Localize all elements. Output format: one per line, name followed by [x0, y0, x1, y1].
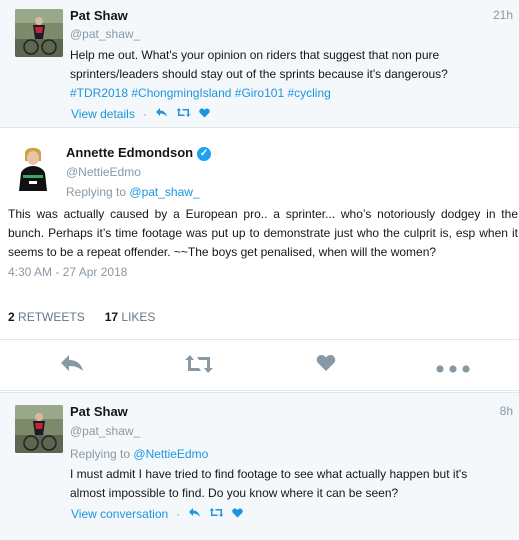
avatar[interactable] [15, 405, 63, 453]
action-bar [0, 339, 519, 392]
author-handle[interactable]: @pat_shaw_ [70, 27, 140, 41]
view-conversation-link[interactable]: View conversation [71, 507, 168, 521]
tweet-actions: View details · [71, 107, 210, 121]
tweet-text: This was actually caused by a European p… [8, 207, 518, 259]
view-details-link[interactable]: View details [71, 107, 135, 121]
retweets-count: 2 [8, 310, 15, 324]
replying-to: Replying to @pat_shaw_ [66, 185, 200, 199]
hashtags[interactable]: #TDR2018 #ChongmingIsland #Giro101 #cycl… [70, 86, 331, 100]
avatar[interactable] [9, 143, 57, 191]
tweet-pat-shaw-1: Pat Shaw @pat_shaw_ 21h Help me out. Wha… [0, 0, 519, 128]
likes-count: 17 [104, 310, 119, 324]
author-handle[interactable]: @NettieEdmo [66, 165, 141, 179]
retweet-icon[interactable] [176, 107, 191, 121]
verified-badge-icon: ✓ [197, 146, 212, 161]
like-icon[interactable] [199, 107, 210, 121]
reply-icon[interactable] [60, 354, 84, 377]
like-icon[interactable] [232, 507, 243, 521]
like-icon[interactable] [316, 354, 336, 377]
more-icon[interactable] [436, 360, 470, 378]
tweet-time[interactable]: 21h [493, 8, 513, 22]
replying-to-link[interactable]: @pat_shaw_ [129, 185, 199, 199]
author-name[interactable]: Pat Shaw [70, 8, 128, 23]
separator: · [142, 107, 147, 121]
retweet-icon[interactable] [209, 507, 224, 521]
retweets-label: RETWEETS [18, 310, 85, 324]
author-name[interactable]: Pat Shaw [70, 404, 128, 419]
tweet-annette-edmondson: Annette Edmondson ✓ @NettieEdmo Replying … [0, 129, 519, 391]
tweet-date[interactable]: 4:30 AM - 27 Apr 2018 [8, 265, 127, 279]
tweet-text: Help me out. What's your opinion on ride… [70, 46, 500, 103]
tweet-body: Help me out. What's your opinion on ride… [70, 48, 448, 81]
reply-icon[interactable] [155, 107, 168, 121]
replying-to: Replying to @NettieEdmo [70, 447, 208, 461]
replying-to-link[interactable]: @NettieEdmo [133, 447, 208, 461]
tweet-time[interactable]: 8h [500, 404, 513, 418]
reply-icon[interactable] [188, 507, 201, 521]
replying-prefix: Replying to [66, 185, 127, 199]
author-handle[interactable]: @pat_shaw_ [70, 424, 140, 438]
separator: · [176, 507, 181, 521]
likes-label: LIKES [121, 310, 156, 324]
retweets-stat[interactable]: 2 RETWEETS [8, 310, 85, 324]
author-name-text: Annette Edmondson [66, 145, 194, 160]
retweet-icon[interactable] [184, 354, 214, 379]
avatar[interactable] [15, 9, 63, 57]
tweet-actions: View conversation · [71, 507, 243, 521]
tweet-text: I must admit I have tried to find footag… [70, 467, 468, 500]
replying-prefix: Replying to [70, 447, 131, 461]
tweet-stats: 2 RETWEETS 17 LIKES [8, 310, 155, 324]
author-name[interactable]: Annette Edmondson ✓ [66, 145, 212, 161]
tweet-pat-shaw-2: Pat Shaw @pat_shaw_ 8h Replying to @Nett… [0, 392, 519, 540]
likes-stat[interactable]: 17 LIKES [105, 310, 156, 324]
